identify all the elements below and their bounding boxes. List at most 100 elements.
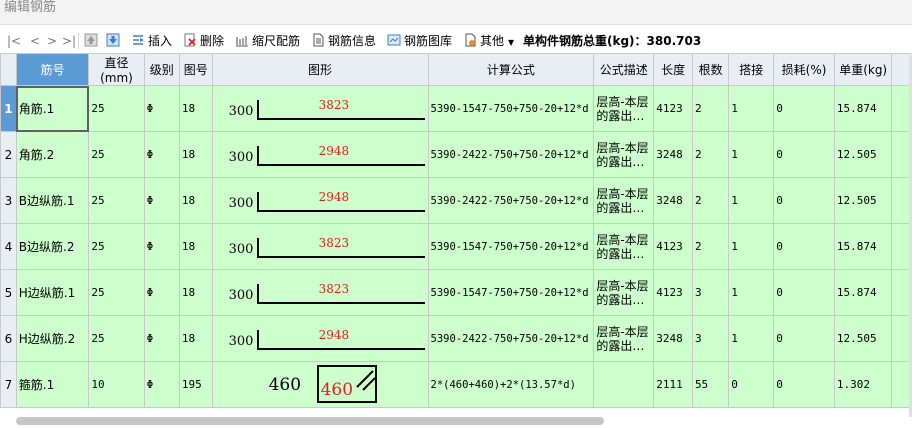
- col-header-lap[interactable]: 搭接: [728, 53, 775, 86]
- row-number[interactable]: 2: [0, 131, 17, 178]
- next-record-button[interactable]: >: [47, 30, 57, 52]
- insert-button[interactable]: 插入: [131, 30, 172, 52]
- count-cell[interactable]: 2: [691, 223, 730, 270]
- bar-name-cell[interactable]: B边纵筋.1: [15, 177, 90, 224]
- col-header-count[interactable]: 根数: [691, 53, 730, 86]
- shape-cell[interactable]: 300 3823: [211, 223, 429, 270]
- count-cell[interactable]: 3: [691, 315, 730, 362]
- unit-weight-cell[interactable]: 12.505: [833, 131, 893, 178]
- diameter-cell[interactable]: 25: [88, 85, 145, 132]
- grade-cell[interactable]: Φ: [143, 315, 180, 362]
- formula-cell[interactable]: 5390-1547-750+750-20+12*d: [427, 85, 595, 132]
- corner-cell[interactable]: [0, 53, 17, 86]
- lap-cell[interactable]: 1: [728, 315, 775, 362]
- grade-cell[interactable]: Φ: [143, 85, 180, 132]
- last-record-button[interactable]: >|: [62, 30, 76, 52]
- col-header-formula[interactable]: 计算公式: [427, 53, 595, 86]
- figure-no-cell[interactable]: 18: [178, 177, 213, 224]
- diameter-cell[interactable]: 25: [88, 131, 145, 178]
- formula-cell[interactable]: 5390-2422-750+750-20+12*d: [427, 177, 595, 224]
- col-header-length[interactable]: 长度: [653, 53, 693, 86]
- table-row[interactable]: 6 H边纵筋.2 25 Φ 18 300 2948 5390-2422-750+7…: [0, 315, 912, 362]
- count-cell[interactable]: 2: [691, 131, 730, 178]
- length-cell[interactable]: 4123: [653, 85, 693, 132]
- col-header-shape[interactable]: 图形: [211, 53, 429, 86]
- length-cell[interactable]: 4123: [653, 223, 693, 270]
- bar-name-cell[interactable]: 角筋.2: [15, 131, 90, 178]
- lap-cell[interactable]: 1: [728, 177, 775, 224]
- figure-no-cell[interactable]: 18: [178, 131, 213, 178]
- loss-cell[interactable]: 0: [773, 361, 835, 408]
- row-number[interactable]: 1: [0, 85, 17, 132]
- unit-weight-cell[interactable]: 12.505: [833, 315, 893, 362]
- shape-cell[interactable]: 300 2948: [211, 315, 429, 362]
- grade-cell[interactable]: Φ: [143, 361, 180, 408]
- horizontal-scrollbar[interactable]: [16, 417, 604, 425]
- grade-cell[interactable]: Φ: [143, 223, 180, 270]
- bar-name-cell[interactable]: H边纵筋.2: [15, 315, 90, 362]
- count-cell[interactable]: 2: [691, 85, 730, 132]
- col-header-bar-number[interactable]: 筋号: [15, 53, 90, 86]
- lap-cell[interactable]: 0: [728, 361, 775, 408]
- length-cell[interactable]: 2111: [653, 361, 693, 408]
- length-cell[interactable]: 3248: [653, 131, 693, 178]
- length-cell[interactable]: 3248: [653, 315, 693, 362]
- shape-cell[interactable]: 300 2948: [211, 131, 429, 178]
- loss-cell[interactable]: 0: [773, 315, 835, 362]
- col-header-unit-weight[interactable]: 单重(kg): [833, 53, 893, 86]
- figure-no-cell[interactable]: 18: [178, 269, 213, 316]
- unit-weight-cell[interactable]: 15.874: [833, 269, 893, 316]
- formula-desc-cell[interactable]: 层高-本层的露出…: [593, 269, 655, 316]
- table-row[interactable]: 3 B边纵筋.1 25 Φ 18 300 2948 5390-2422-750+7…: [0, 177, 912, 224]
- col-header-loss[interactable]: 损耗(%): [773, 53, 835, 86]
- col-header-formula-desc[interactable]: 公式描述: [593, 53, 655, 86]
- bar-name-cell[interactable]: H边纵筋.1: [15, 269, 90, 316]
- shape-cell[interactable]: 460 460: [211, 361, 429, 408]
- col-header-figure-no[interactable]: 图号: [178, 53, 213, 86]
- other-menu-button[interactable]: 其他 ▼: [463, 30, 514, 52]
- move-up-button[interactable]: [84, 30, 101, 52]
- diameter-cell[interactable]: 10: [88, 361, 145, 408]
- length-cell[interactable]: 3248: [653, 177, 693, 224]
- loss-cell[interactable]: 0: [773, 223, 835, 270]
- formula-cell[interactable]: 5390-2422-750+750-20+12*d: [427, 315, 595, 362]
- lap-cell[interactable]: 1: [728, 223, 775, 270]
- col-header-diameter[interactable]: 直径(mm): [88, 53, 145, 86]
- lap-cell[interactable]: 1: [728, 269, 775, 316]
- loss-cell[interactable]: 0: [773, 177, 835, 224]
- prev-record-button[interactable]: <: [30, 30, 40, 52]
- count-cell[interactable]: 55: [691, 361, 730, 408]
- shape-cell[interactable]: 300 3823: [211, 269, 429, 316]
- row-number[interactable]: 4: [0, 223, 17, 270]
- lap-cell[interactable]: 1: [728, 85, 775, 132]
- formula-desc-cell[interactable]: 层高-本层的露出…: [593, 315, 655, 362]
- row-number[interactable]: 7: [0, 361, 17, 408]
- table-row[interactable]: 2 角筋.2 25 Φ 18 300 2948 5390-2422-750+750…: [0, 131, 912, 178]
- delete-button[interactable]: 删除: [183, 30, 224, 52]
- figure-no-cell[interactable]: 18: [178, 85, 213, 132]
- table-row[interactable]: 1 角筋.1 25 Φ 18 300 3823 5390-1547-750+750…: [0, 85, 912, 132]
- figure-no-cell[interactable]: 18: [178, 223, 213, 270]
- shape-cell[interactable]: 300 2948: [211, 177, 429, 224]
- col-header-grade[interactable]: 级别: [143, 53, 180, 86]
- rebar-library-button[interactable]: 钢筋图库: [387, 30, 452, 52]
- formula-cell[interactable]: 2*(460+460)+2*(13.57*d): [427, 361, 595, 408]
- row-number[interactable]: 3: [0, 177, 17, 224]
- table-row[interactable]: 7 箍筋.1 10 Φ 195 460 460 2*(460+460)+2*(13…: [0, 361, 912, 408]
- grade-cell[interactable]: Φ: [143, 131, 180, 178]
- row-number[interactable]: 6: [0, 315, 17, 362]
- diameter-cell[interactable]: 25: [88, 269, 145, 316]
- count-cell[interactable]: 3: [691, 269, 730, 316]
- formula-cell[interactable]: 5390-1547-750+750-20+12*d: [427, 223, 595, 270]
- unit-weight-cell[interactable]: 1.302: [833, 361, 893, 408]
- formula-cell[interactable]: 5390-2422-750+750-20+12*d: [427, 131, 595, 178]
- figure-no-cell[interactable]: 18: [178, 315, 213, 362]
- bar-name-cell[interactable]: 箍筋.1: [15, 361, 90, 408]
- unit-weight-cell[interactable]: 15.874: [833, 85, 893, 132]
- bar-name-cell[interactable]: 角筋.1: [15, 85, 90, 132]
- diameter-cell[interactable]: 25: [88, 177, 145, 224]
- formula-desc-cell[interactable]: 层高-本层的露出…: [593, 131, 655, 178]
- formula-desc-cell[interactable]: 层高-本层的露出…: [593, 223, 655, 270]
- rebar-info-button[interactable]: 钢筋信息: [311, 30, 376, 52]
- scale-rebar-button[interactable]: 缩尺配筋: [235, 30, 300, 52]
